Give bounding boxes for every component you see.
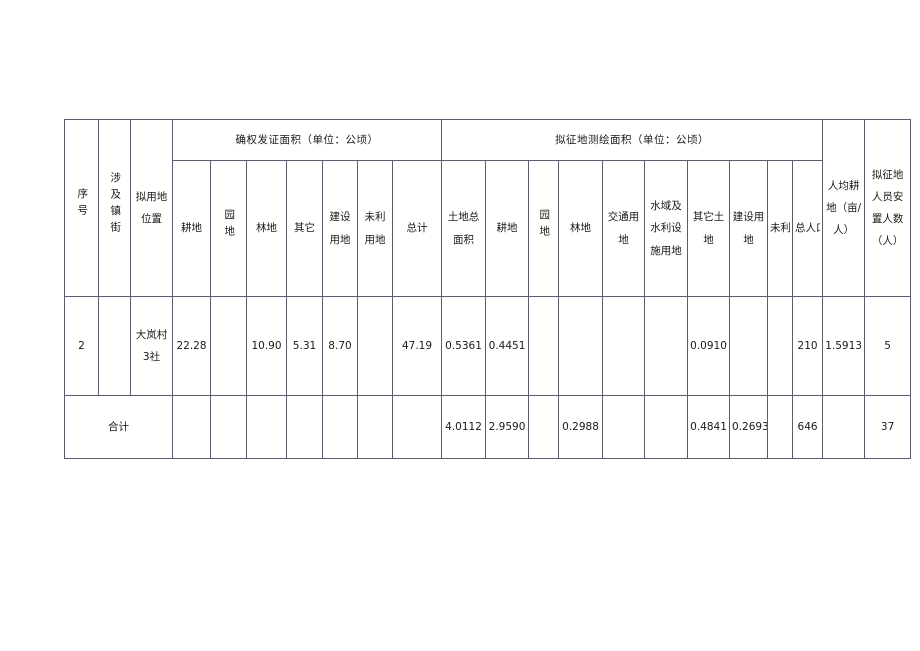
header-g1-forest-label: 林地 [256, 222, 277, 235]
land-acquisition-table: 序号 涉及镇街 拟用地位置 确权发证面积（单位：公顷） 拟征地测绘面积（单位：公… [64, 119, 912, 459]
cell-total-g2-garden [528, 395, 560, 459]
cell-location: 大岚村3社 [130, 296, 173, 396]
header-g2-water-facility: 水域及水利设施用地 [644, 160, 689, 297]
cell-total-g1-total [391, 395, 443, 459]
table-total-row: 合计 4.0112 2.9590 0.2988 0.4841 0.2693 64… [64, 395, 912, 459]
header-town-label: 涉及镇街 [109, 171, 122, 238]
table-header: 序号 涉及镇街 拟用地位置 确权发证面积（单位：公顷） 拟征地测绘面积（单位：公… [64, 119, 912, 297]
header-g1-unused-label: 未利用地 [364, 211, 386, 246]
header-seq-label: 序号 [76, 188, 89, 222]
header-group-certified-area: 确权发证面积（单位：公顷） [171, 119, 443, 161]
header-g2-total-area-label: 土地总面积 [447, 211, 480, 246]
header-per-capita-label: 人均耕地（亩/人） [826, 179, 862, 237]
cell-total-g1-forest [246, 395, 287, 459]
header-group-surveyed-area: 拟征地测绘面积（单位：公顷） [441, 119, 824, 161]
cell-total-per-capita [822, 395, 866, 459]
cell-g1-forest: 10.90 [246, 296, 287, 396]
cell-per-capita-farmland: 1.5913 [822, 296, 866, 396]
header-resettlement-count: 拟征地人员安置人数（人） [864, 119, 912, 297]
header-location-label: 拟用地位置 [135, 190, 168, 225]
cell-total-g2-construction: 0.2693 [729, 395, 769, 459]
page-canvas: 序号 涉及镇街 拟用地位置 确权发证面积（单位：公顷） 拟征地测绘面积（单位：公… [0, 0, 920, 651]
cell-total-g2-transport [602, 395, 646, 459]
header-g1-construction-label: 建设用地 [329, 211, 351, 246]
table-row: 2 大岚村3社 22.28 10.90 5.31 8.70 47.19 0.53… [64, 296, 912, 396]
header-g2-construction: 建设用地 [729, 160, 769, 297]
cell-seq: 2 [64, 296, 99, 396]
header-seq: 序号 [64, 119, 99, 297]
cell-total-g2-farmland: 2.9590 [485, 395, 530, 459]
cell-g2-farmland: 0.4451 [485, 296, 530, 396]
cell-g2-unused [767, 296, 794, 396]
cell-total-resettlement: 37 [864, 395, 912, 459]
header-g2-farmland-label: 耕地 [496, 222, 518, 235]
cell-location-label: 大岚村3社 [135, 328, 168, 363]
cell-total-g2-forest: 0.2988 [558, 395, 604, 459]
header-g2-forest: 林地 [558, 160, 604, 297]
header-g1-farmland: 耕地 [172, 160, 211, 297]
header-g2-garden-label: 园地 [538, 208, 551, 242]
cell-g2-transport [602, 296, 646, 396]
cell-g1-unused [357, 296, 393, 396]
cell-total-g2-total-area: 4.0112 [441, 395, 487, 459]
header-g2-water-facility-label: 水域及水利设施用地 [650, 200, 682, 257]
cell-g2-construction [729, 296, 769, 396]
cell-g1-garden [210, 296, 247, 396]
header-row-groups: 序号 涉及镇街 拟用地位置 确权发证面积（单位：公顷） 拟征地测绘面积（单位：公… [64, 119, 912, 297]
cell-total-g1-unused [357, 395, 393, 459]
table-body: 2 大岚村3社 22.28 10.90 5.31 8.70 47.19 0.53… [64, 296, 912, 459]
header-location: 拟用地位置 [130, 119, 173, 297]
cell-total-g2-other-land: 0.4841 [687, 395, 731, 459]
cell-total-population: 210 [792, 296, 824, 396]
header-g2-unused: 未利用地 [767, 160, 794, 297]
header-g1-other-label: 其它 [294, 222, 315, 235]
cell-g2-total-area: 0.5361 [441, 296, 487, 396]
cell-g2-garden [528, 296, 560, 396]
header-g1-other: 其它 [286, 160, 323, 297]
cell-total-g1-construction [322, 395, 358, 459]
cell-g1-construction: 8.70 [322, 296, 358, 396]
cell-g2-water-facility [644, 296, 689, 396]
header-g1-total-label: 总计 [406, 222, 428, 235]
cell-g1-other: 5.31 [286, 296, 323, 396]
header-g2-unused-label: 未利用地 [770, 222, 791, 235]
cell-g2-other-land: 0.0910 [687, 296, 731, 396]
header-g2-forest-label: 林地 [570, 222, 592, 235]
header-g2-transport: 交通用地 [602, 160, 646, 297]
cell-town [98, 296, 131, 396]
header-per-capita-farmland: 人均耕地（亩/人） [822, 119, 866, 297]
header-g1-garden-label: 园地 [223, 208, 236, 242]
header-g1-forest: 林地 [246, 160, 287, 297]
header-g2-total-area: 土地总面积 [441, 160, 487, 297]
header-g1-construction: 建设用地 [322, 160, 358, 297]
header-g2-other-land: 其它土地 [687, 160, 731, 297]
cell-total-g2-unused [767, 395, 794, 459]
cell-resettlement-count: 5 [864, 296, 912, 396]
header-g1-farmland-label: 耕地 [181, 222, 202, 235]
header-g1-garden: 园地 [210, 160, 247, 297]
header-g2-other-land-label: 其它土地 [692, 211, 725, 246]
cell-total-g2-water-facility [644, 395, 689, 459]
header-g2-farmland: 耕地 [485, 160, 530, 297]
header-g2-transport-label: 交通用地 [607, 211, 640, 246]
header-row-leaves: 耕地 园地 林地 其它 建设用地 未利用地 总计 土地总面积 耕地 园地 林地 … [65, 160, 911, 297]
cell-g1-total: 47.19 [391, 296, 443, 396]
cell-g1-farmland: 22.28 [172, 296, 211, 396]
header-town: 涉及镇街 [98, 119, 131, 297]
header-resettlement-label: 拟征地人员安置人数（人） [871, 168, 904, 248]
header-g1-total: 总计 [391, 160, 443, 297]
cell-total-g1-other [286, 395, 323, 459]
header-total-population-label: 总人口 [795, 222, 820, 235]
cell-total-g1-farmland [172, 395, 211, 459]
header-total-population: 总人口 [792, 160, 824, 297]
header-g1-unused: 未利用地 [357, 160, 393, 297]
cell-g2-forest [558, 296, 604, 396]
cell-total-label: 合计 [64, 395, 173, 459]
header-g2-garden: 园地 [528, 160, 560, 297]
cell-total-population-sum: 646 [792, 395, 824, 459]
header-g2-construction-label: 建设用地 [732, 211, 765, 246]
cell-total-g1-garden [210, 395, 247, 459]
